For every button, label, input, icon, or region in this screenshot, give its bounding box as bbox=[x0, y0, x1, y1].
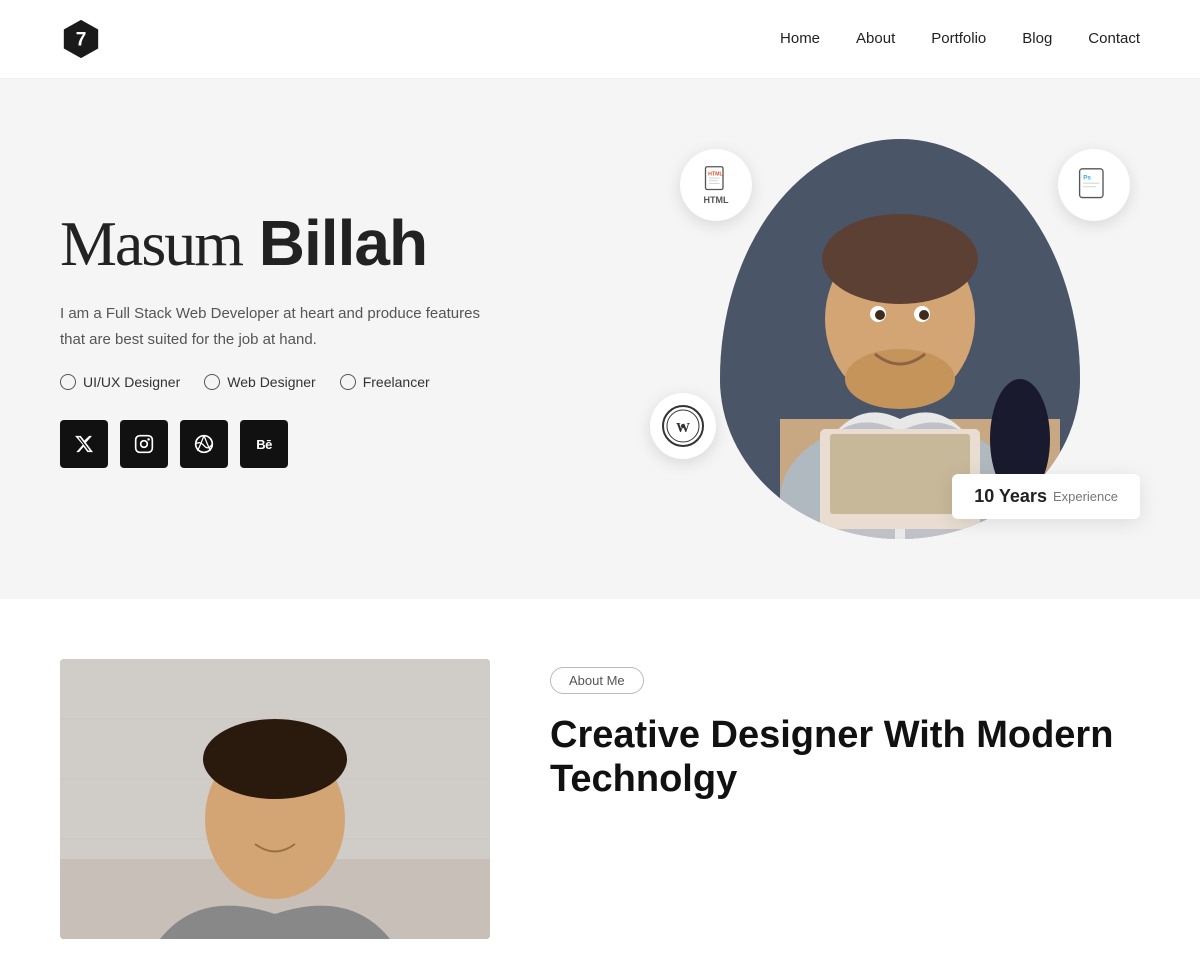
role-webdesigner: Web Designer bbox=[204, 374, 315, 390]
nav-links: Home About Portfolio Blog Contact bbox=[780, 30, 1140, 48]
wp-badge: W bbox=[650, 393, 716, 459]
logo[interactable]: 7 bbox=[60, 18, 102, 60]
hero-roles: UI/UX Designer Web Designer Freelancer bbox=[60, 374, 600, 390]
nav-item-portfolio[interactable]: Portfolio bbox=[931, 30, 986, 48]
about-image bbox=[60, 659, 490, 939]
html-badge-label: HTML bbox=[704, 195, 729, 205]
nav-item-about[interactable]: About bbox=[856, 30, 895, 48]
nav-item-blog[interactable]: Blog bbox=[1022, 30, 1052, 48]
svg-text:W: W bbox=[676, 421, 690, 436]
about-content: About Me Creative Designer With Modern T… bbox=[550, 659, 1140, 801]
role-circle-uiux bbox=[60, 374, 76, 390]
dribbble-button[interactable] bbox=[180, 420, 228, 468]
experience-years: 10 Years bbox=[974, 486, 1047, 507]
hero-content: Masum Billah I am a Full Stack Web Devel… bbox=[60, 210, 600, 468]
nav-item-home[interactable]: Home bbox=[780, 30, 820, 48]
navigation: 7 Home About Portfolio Blog Contact bbox=[0, 0, 1200, 79]
role-label-uiux: UI/UX Designer bbox=[83, 374, 180, 390]
experience-badge: 10 Years Experience bbox=[952, 474, 1140, 519]
social-icons: Bē bbox=[60, 420, 600, 468]
svg-text:7: 7 bbox=[76, 30, 87, 51]
hero-description: I am a Full Stack Web Developer at heart… bbox=[60, 301, 500, 352]
role-uiux: UI/UX Designer bbox=[60, 374, 180, 390]
svg-text:HTML: HTML bbox=[708, 172, 723, 178]
role-label-web: Web Designer bbox=[227, 374, 315, 390]
instagram-button[interactable] bbox=[120, 420, 168, 468]
behance-button[interactable]: Bē bbox=[240, 420, 288, 468]
hero-name: Masum Billah bbox=[60, 210, 600, 277]
about-title-line2: Technolgy bbox=[550, 758, 737, 800]
about-tag: About Me bbox=[550, 667, 644, 694]
role-freelancer: Freelancer bbox=[340, 374, 430, 390]
experience-label: Experience bbox=[1053, 489, 1118, 504]
ps-badge: Ps bbox=[1058, 149, 1130, 221]
nav-item-contact[interactable]: Contact bbox=[1088, 30, 1140, 48]
role-label-freelancer: Freelancer bbox=[363, 374, 430, 390]
behance-label: Bē bbox=[256, 437, 272, 452]
about-title-line1: Creative Designer With Modern bbox=[550, 714, 1113, 756]
hero-section: Masum Billah I am a Full Stack Web Devel… bbox=[0, 79, 1200, 599]
html-badge: HTML HTML bbox=[680, 149, 752, 221]
about-title: Creative Designer With Modern Technolgy bbox=[550, 714, 1140, 801]
about-section: About Me Creative Designer With Modern T… bbox=[0, 599, 1200, 979]
twitter-button[interactable] bbox=[60, 420, 108, 468]
first-name: Masum bbox=[60, 208, 242, 279]
role-circle-freelancer bbox=[340, 374, 356, 390]
role-circle-web bbox=[204, 374, 220, 390]
svg-text:Ps: Ps bbox=[1083, 175, 1091, 182]
last-name: Billah bbox=[259, 207, 427, 279]
hero-image-area: HTML HTML Ps bbox=[660, 139, 1140, 539]
